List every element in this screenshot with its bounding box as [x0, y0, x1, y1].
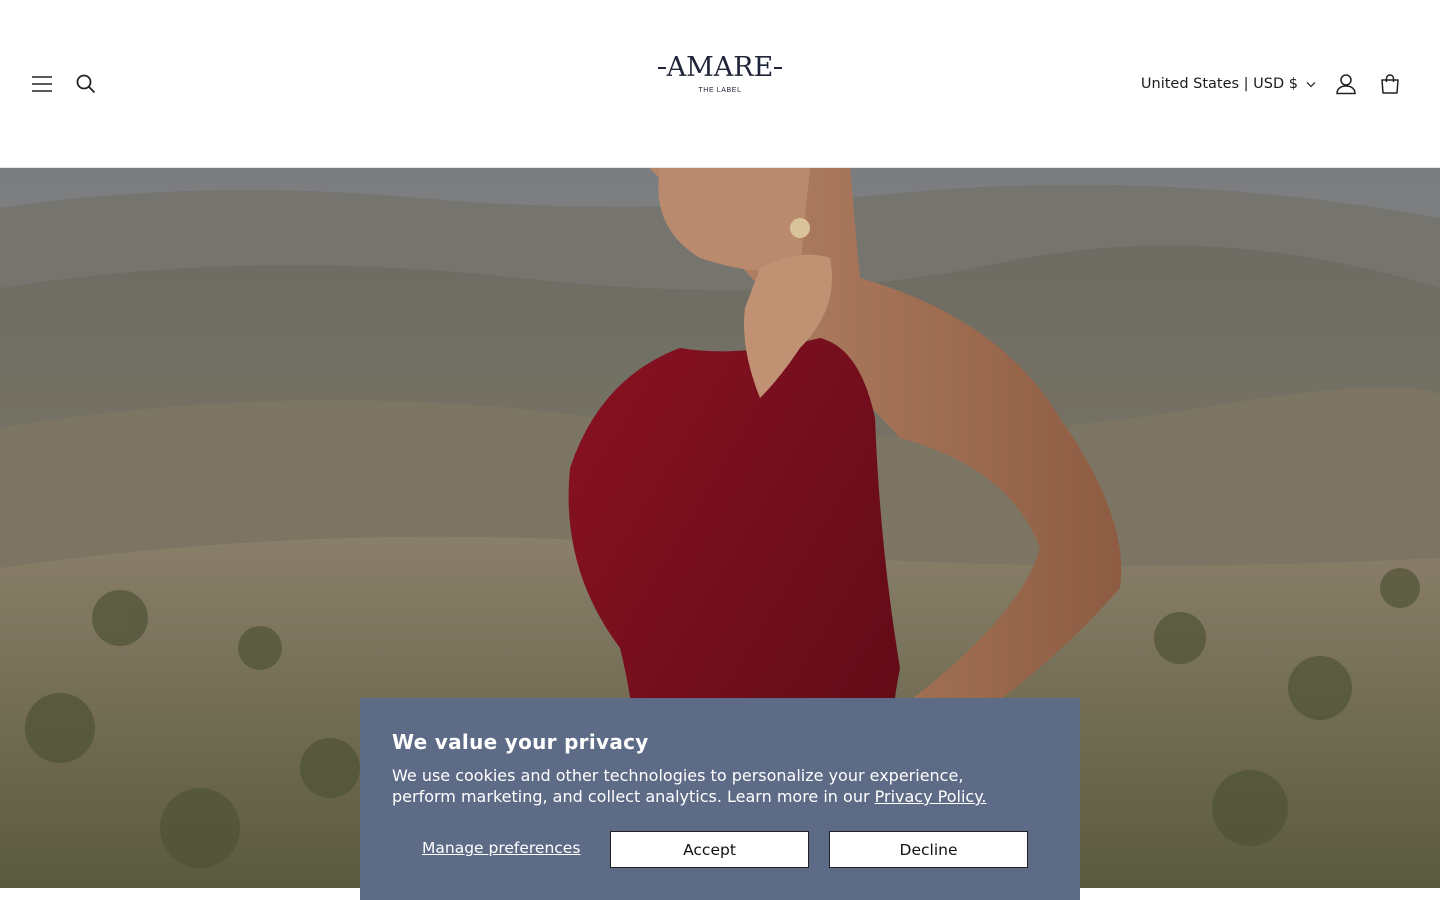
country-currency-selector[interactable]: United States | USD $ — [1141, 72, 1316, 96]
country-currency-label: United States | USD $ — [1140, 76, 1298, 92]
decline-button[interactable]: Decline — [829, 831, 1028, 868]
user-icon[interactable] — [1324, 62, 1368, 106]
search-icon[interactable] — [64, 62, 108, 106]
cookie-banner-text: We use cookies and other technologies to… — [392, 765, 1012, 807]
site-header: AMARE THE LABEL United States | USD $ — [0, 0, 1440, 168]
chevron-down-icon — [1306, 76, 1316, 92]
logo-tagline: THE LABEL — [698, 87, 742, 94]
cookie-banner-title: We value your privacy — [392, 730, 649, 754]
cookie-consent-banner: We value your privacy We use cookies and… — [360, 698, 1080, 900]
bag-icon[interactable] — [1368, 62, 1412, 106]
cookie-actions: Manage preferences Accept Decline — [392, 831, 1048, 868]
brand-logo[interactable]: AMARE THE LABEL — [640, 50, 800, 110]
privacy-policy-link[interactable]: Privacy Policy. — [875, 787, 987, 806]
accept-button[interactable]: Accept — [610, 831, 809, 868]
logo-wordmark: AMARE — [657, 50, 784, 86]
manage-preferences-button[interactable]: Manage preferences — [422, 839, 580, 857]
hamburger-menu-icon[interactable] — [20, 62, 64, 106]
